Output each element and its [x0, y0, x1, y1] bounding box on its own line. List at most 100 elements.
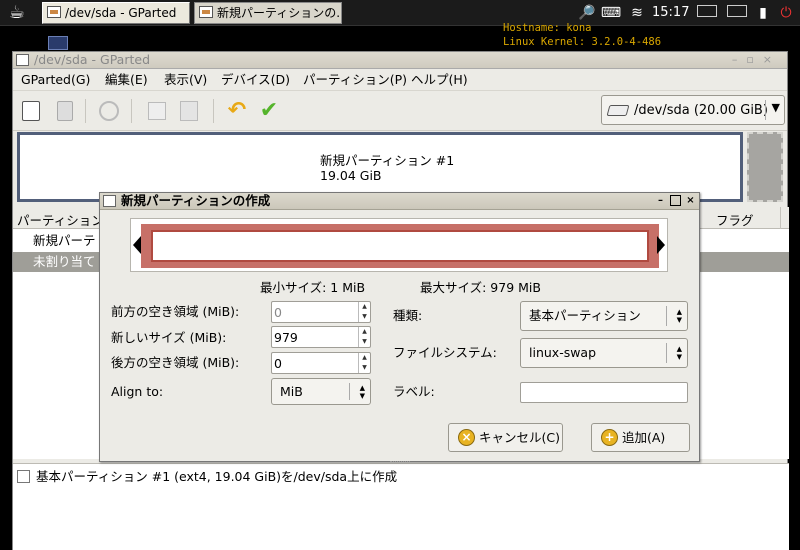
taskbar: ☕ /dev/sda - GParted 新規パーティションの... 🔎 ⌨ ≋… [0, 0, 800, 26]
filesystem-select[interactable]: linux-swap ▲ ▼ [520, 338, 688, 368]
undo-icon: ↶ [227, 98, 247, 123]
resize-right-handle-icon[interactable] [657, 236, 665, 254]
device-selector[interactable]: /dev/sda (20.00 GiB) ▼ [601, 95, 785, 125]
updown-arrow-icon: ▲ ▼ [359, 384, 365, 400]
close-icon[interactable]: × [685, 195, 696, 206]
trash-icon [57, 101, 73, 121]
start-menu-icon[interactable]: ☕ [2, 2, 32, 24]
add-icon: + [601, 429, 618, 446]
dialog-window-icon [103, 195, 116, 207]
spin-arrows-icon[interactable]: ▲ ▼ [358, 302, 370, 322]
free-after-input[interactable] [274, 355, 354, 371]
menu-edit[interactable]: 編集(E) [105, 72, 148, 88]
updown-arrow-icon: ▲ ▼ [676, 308, 682, 324]
window-icon [199, 6, 213, 18]
disk-map-partition-name: 新規パーティション #1 [320, 153, 455, 168]
partition-resizer[interactable] [130, 218, 668, 272]
cancel-icon: × [458, 429, 475, 446]
battery-icon[interactable]: ▮ [754, 3, 772, 23]
free-before-label: 前方の空き領域 (MiB): [111, 304, 240, 319]
filesystem-value: linux-swap [529, 345, 597, 360]
create-partition-dialog: 新規パーティションの作成 – × 最小サイズ: 1 MiB 最大サイズ: 979… [99, 192, 700, 462]
spin-arrows-icon[interactable]: ▲ ▼ [358, 327, 370, 347]
align-label: Align to: [111, 384, 164, 399]
disk-map-unallocated[interactable] [747, 132, 783, 202]
window-list-icon[interactable] [724, 3, 750, 23]
new-partition-button[interactable] [19, 99, 43, 123]
conky-kernel: Linux Kernel: 3.2.0-4-486 [503, 36, 662, 48]
free-before-input[interactable] [274, 304, 354, 320]
partition-type-value: 基本パーティション [529, 308, 641, 323]
minimize-icon[interactable]: – [655, 195, 666, 206]
window-titlebar[interactable]: /dev/sda - GParted –▫× [13, 52, 787, 69]
new-size-input[interactable] [274, 329, 354, 345]
toolbar-separator [85, 99, 86, 123]
maximize-icon[interactable] [670, 195, 681, 206]
toolbar-separator [131, 99, 132, 123]
conky-hostname: Hostname: kona [503, 22, 592, 34]
free-after-spinner[interactable]: ▲▼ [271, 352, 371, 374]
paste-icon [180, 101, 198, 121]
resize-left-handle-icon[interactable] [133, 236, 141, 254]
cancel-button[interactable]: × キャンセル(C) [448, 423, 563, 452]
align-select[interactable]: MiB ▲ ▼ [271, 378, 371, 405]
logout-icon[interactable]: ⏻ [776, 3, 796, 23]
new-size-spinner[interactable]: ▲▼ [271, 326, 371, 348]
column-header-partition[interactable]: パーティション [17, 210, 104, 229]
apply-button[interactable]: ✔ [257, 99, 281, 123]
harddisk-icon [606, 105, 630, 116]
menu-gparted[interactable]: GParted(G) [21, 72, 90, 88]
menubar: GParted(G) 編集(E) 表示(V) デバイス(D) パーティション(P… [13, 69, 787, 91]
add-button[interactable]: + 追加(A) [591, 423, 690, 452]
paste-button[interactable] [177, 99, 201, 123]
disk-map-label: 新規パーティション #1 19.04 GiB [320, 153, 454, 183]
toolbar-separator [213, 99, 214, 123]
new-icon [22, 101, 40, 121]
menu-partition[interactable]: パーティション(P) [303, 72, 407, 88]
taskbar-task-new-partition[interactable]: 新規パーティションの... [194, 2, 342, 24]
network-icon[interactable]: ≋ [626, 3, 648, 23]
resize-move-button[interactable] [97, 99, 121, 123]
dialog-titlebar[interactable]: 新規パーティションの作成 – × [100, 193, 699, 210]
desktop-toggle-icon[interactable] [694, 3, 720, 23]
partition-type-select[interactable]: 基本パーティション ▲ ▼ [520, 301, 688, 331]
search-icon[interactable]: 🔎 [576, 3, 598, 23]
combo-separator [666, 306, 667, 326]
partition-row-name: 新規パーテ [33, 233, 96, 248]
toolbar: ↶ ✔ /dev/sda (20.00 GiB) ▼ [13, 91, 787, 131]
apply-checkmark-icon: ✔ [259, 98, 279, 123]
pending-operation-item[interactable]: 基本パーティション #1 (ext4, 19.04 GiB)を/dev/sda上… [17, 469, 397, 485]
max-size-label: 最大サイズ: 979 MiB [420, 280, 541, 295]
copy-icon [148, 102, 166, 120]
menu-view[interactable]: 表示(V) [164, 72, 207, 88]
spin-arrows-icon[interactable]: ▲ ▼ [358, 353, 370, 373]
add-button-label: 追加(A) [622, 430, 666, 445]
resize-icon [99, 101, 119, 121]
partition-label-input[interactable] [520, 382, 688, 403]
delete-button[interactable] [53, 99, 77, 123]
disk-map-partition-size: 19.04 GiB [320, 168, 382, 183]
menu-help[interactable]: ヘルプ(H) [411, 72, 468, 88]
clock[interactable]: 15:17 [652, 0, 689, 26]
undo-button[interactable]: ↶ [225, 99, 249, 123]
free-before-spinner[interactable]: ▲▼ [271, 301, 371, 323]
column-header-flags[interactable]: フラグ [716, 210, 754, 229]
resize-grip[interactable] [390, 461, 410, 463]
column-divider [780, 207, 781, 229]
copy-button[interactable] [145, 99, 169, 123]
window-title: /dev/sda - GParted [34, 52, 150, 67]
taskbar-task-label: /dev/sda - GParted [65, 6, 177, 20]
menu-device[interactable]: デバイス(D) [221, 72, 290, 88]
partition-type-label: 種類: [393, 308, 423, 323]
free-after-label: 後方の空き領域 (MiB): [111, 355, 240, 370]
dialog-title: 新規パーティションの作成 [121, 193, 271, 208]
window-controls[interactable]: –▫× [732, 52, 781, 68]
taskbar-task-gparted[interactable]: /dev/sda - GParted [42, 2, 190, 24]
partition-row-name: 未割り当て [33, 254, 96, 269]
device-selector-value: /dev/sda (20.00 GiB) [634, 103, 768, 118]
keyboard-icon[interactable]: ⌨ [600, 3, 622, 23]
desktop-computer-icon[interactable] [48, 36, 68, 50]
window-icon [47, 6, 61, 18]
cancel-button-label: キャンセル(C) [479, 430, 560, 445]
min-size-label: 最小サイズ: 1 MiB [260, 280, 366, 295]
